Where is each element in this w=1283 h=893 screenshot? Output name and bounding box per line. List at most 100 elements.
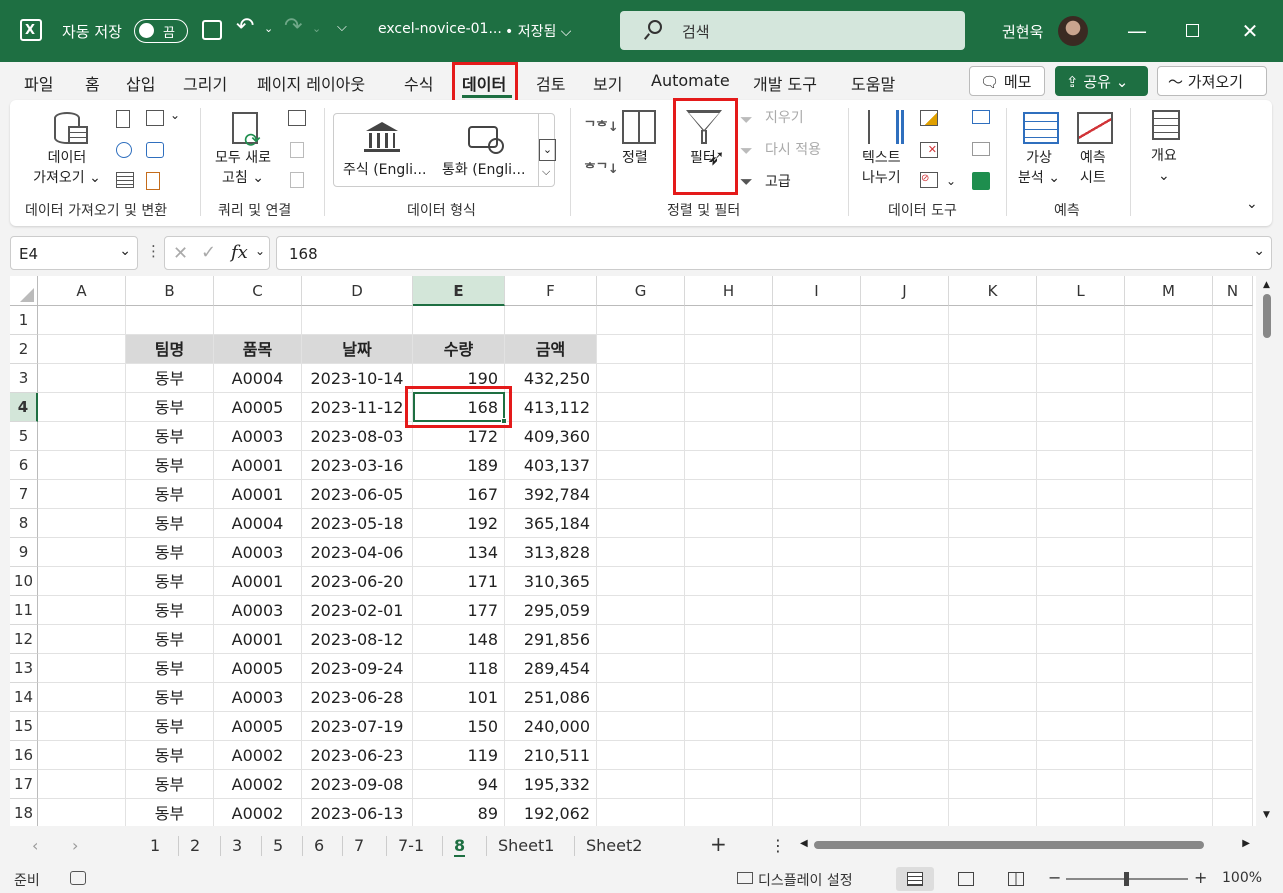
row-header[interactable]: 8 xyxy=(10,509,38,538)
cell[interactable] xyxy=(38,770,126,799)
cell[interactable] xyxy=(773,596,861,625)
cell[interactable] xyxy=(597,538,685,567)
cell[interactable] xyxy=(685,741,773,770)
cell[interactable] xyxy=(38,422,126,451)
cell[interactable] xyxy=(597,335,685,364)
cell[interactable] xyxy=(1125,451,1213,480)
close-button[interactable]: ✕ xyxy=(1236,17,1264,45)
cell[interactable] xyxy=(949,770,1037,799)
normal-view-icon[interactable] xyxy=(896,867,934,891)
sheet-tab[interactable]: Sheet2 xyxy=(586,836,642,855)
row-header[interactable]: 17 xyxy=(10,770,38,799)
table-cell[interactable]: A0005 xyxy=(214,654,302,683)
sheet-tab[interactable]: 8 xyxy=(454,836,466,857)
table-cell[interactable]: 313,828 xyxy=(505,538,597,567)
maximize-button[interactable] xyxy=(1178,17,1206,45)
get-add-ins-button[interactable]: 〜 가져오기 xyxy=(1157,66,1267,96)
cell[interactable] xyxy=(949,364,1037,393)
row-header[interactable]: 15 xyxy=(10,712,38,741)
cell[interactable] xyxy=(1125,567,1213,596)
table-cell[interactable]: 2023-06-05 xyxy=(302,480,413,509)
cell[interactable] xyxy=(1213,596,1253,625)
data-model-icon[interactable] xyxy=(972,172,990,190)
cell[interactable] xyxy=(597,567,685,596)
row-header[interactable]: 2 xyxy=(10,335,38,364)
display-settings-button[interactable]: 디스플레이 설정 xyxy=(758,870,853,890)
table-cell[interactable]: 190 xyxy=(413,364,505,393)
table-cell[interactable]: A0005 xyxy=(214,712,302,741)
cell[interactable] xyxy=(1037,480,1125,509)
column-header-G[interactable]: G xyxy=(597,276,685,306)
cell[interactable] xyxy=(861,567,949,596)
sort-az-icon[interactable]: ᄀᄒ↓ xyxy=(584,116,619,135)
cell[interactable] xyxy=(1125,596,1213,625)
row-header[interactable]: 4 xyxy=(10,393,38,422)
cell[interactable] xyxy=(861,335,949,364)
zoom-level[interactable]: 100% xyxy=(1222,870,1262,886)
column-header-B[interactable]: B xyxy=(126,276,214,306)
cell[interactable] xyxy=(1125,683,1213,712)
column-header-A[interactable]: A xyxy=(38,276,126,306)
table-cell[interactable]: 409,360 xyxy=(505,422,597,451)
column-header-F[interactable]: F xyxy=(505,276,597,306)
cell[interactable] xyxy=(38,654,126,683)
table-cell[interactable]: 192 xyxy=(413,509,505,538)
row-header[interactable]: 6 xyxy=(10,451,38,480)
table-cell[interactable]: 167 xyxy=(413,480,505,509)
cell[interactable] xyxy=(861,683,949,712)
cell[interactable] xyxy=(1213,567,1253,596)
customize-qat-icon[interactable]: ⌵ xyxy=(337,20,347,35)
page-break-view-icon[interactable] xyxy=(1008,872,1024,886)
cell[interactable] xyxy=(597,364,685,393)
table-cell[interactable]: 295,059 xyxy=(505,596,597,625)
sheet-tab[interactable]: 3 xyxy=(232,836,242,855)
table-cell[interactable]: 192,062 xyxy=(505,799,597,826)
more-options-icon[interactable]: ⋮ xyxy=(146,242,161,260)
row-header[interactable]: 10 xyxy=(10,567,38,596)
cell[interactable] xyxy=(38,625,126,654)
cell[interactable] xyxy=(861,480,949,509)
cell[interactable] xyxy=(1213,480,1253,509)
table-cell[interactable]: 동부 xyxy=(126,683,214,712)
cell[interactable] xyxy=(505,306,597,335)
collapse-ribbon-icon[interactable]: ⌄ xyxy=(1246,196,1258,212)
cell[interactable] xyxy=(685,683,773,712)
cell[interactable] xyxy=(861,422,949,451)
table-cell[interactable]: 413,112 xyxy=(505,393,597,422)
table-header-cell[interactable]: 수량 xyxy=(413,335,505,364)
sheet-options-icon[interactable]: ⋮ xyxy=(770,836,786,855)
tab-page-layout[interactable]: 페이지 레이아웃 xyxy=(257,71,365,95)
cell[interactable] xyxy=(1125,393,1213,422)
cell[interactable] xyxy=(1213,625,1253,654)
row-header[interactable]: 5 xyxy=(10,422,38,451)
cell[interactable] xyxy=(1213,741,1253,770)
table-cell[interactable]: A0004 xyxy=(214,364,302,393)
horizontal-scrollbar[interactable]: ◀ ▶ xyxy=(800,838,1256,852)
cell[interactable] xyxy=(1125,480,1213,509)
table-cell[interactable]: A0001 xyxy=(214,625,302,654)
cell[interactable] xyxy=(1125,770,1213,799)
cell[interactable] xyxy=(1037,799,1125,826)
cell[interactable] xyxy=(38,712,126,741)
refresh-all-button[interactable]: 모두 새로 고침 ⌄ xyxy=(206,148,280,188)
sheet-tab[interactable]: 7 xyxy=(354,836,364,855)
minimize-button[interactable]: — xyxy=(1123,17,1151,45)
table-cell[interactable]: 94 xyxy=(413,770,505,799)
cell[interactable] xyxy=(1037,770,1125,799)
row-header[interactable]: 13 xyxy=(10,654,38,683)
table-cell[interactable]: 2023-11-12 xyxy=(302,393,413,422)
cell[interactable] xyxy=(1213,538,1253,567)
table-cell[interactable]: 432,250 xyxy=(505,364,597,393)
search-box[interactable]: 검색 xyxy=(620,11,965,50)
cell[interactable] xyxy=(773,741,861,770)
currency-type-button[interactable]: 통화 (Engli... xyxy=(442,160,525,180)
cell[interactable] xyxy=(773,799,861,826)
cell[interactable] xyxy=(861,596,949,625)
data-validation-icon[interactable]: ⊘ xyxy=(920,172,938,188)
table-cell[interactable]: 210,511 xyxy=(505,741,597,770)
cell[interactable] xyxy=(38,451,126,480)
cell[interactable] xyxy=(1213,799,1253,826)
cell[interactable] xyxy=(773,625,861,654)
cell[interactable] xyxy=(685,538,773,567)
tab-draw[interactable]: 그리기 xyxy=(183,71,227,95)
